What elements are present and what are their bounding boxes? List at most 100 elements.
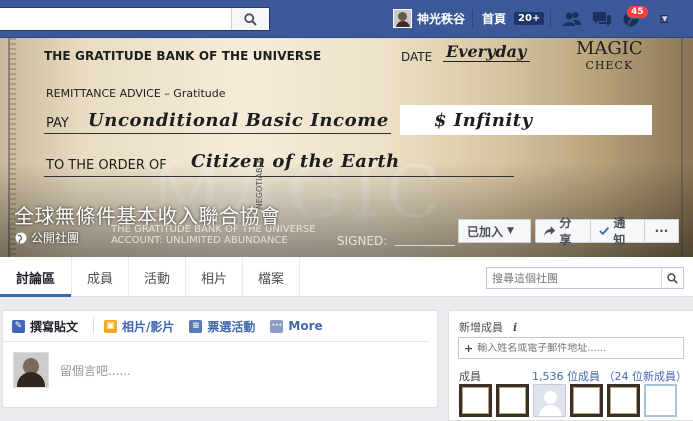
share-label: 分享 [559,216,572,247]
add-member-field: + [458,337,684,359]
composer-placeholder[interactable]: 留個言吧...... [60,362,131,379]
tab-photos[interactable]: 相片 [186,257,243,297]
check-order-label: TO THE ORDER OF [46,158,167,173]
notify-label: 通知 [613,216,626,247]
tab-label: 檔案 [257,271,284,287]
group-tab-nav: 討論區 成員 活動 相片 檔案 [0,257,693,297]
post-composer: ✎ 撰寫貼文 ▣ 相片/影片 ≡ 票選活動 ··· More 留個言吧.....… [2,310,438,408]
tab-label: 相片 [200,271,227,287]
settings-caret-icon: ▾ [662,12,668,25]
search-button[interactable] [231,8,269,30]
add-member-input[interactable] [477,342,683,354]
member-thumbnails [459,384,677,417]
divider [93,318,95,334]
add-members-title: 新增成員 i [459,319,517,335]
messages-icon [593,12,611,27]
friends-icon [563,12,581,26]
more-icon: ··· [654,224,669,238]
check-sign-line [395,245,455,246]
composer-tab-write-post[interactable]: ✎ 撰寫貼文 [12,318,78,335]
cover-actions: 已加入 ▼ 分享 通知 ··· [458,216,679,247]
member-avatar[interactable] [533,384,566,417]
group-search-box [486,267,684,289]
group-name[interactable]: 全球無條件基本收入聯合協會 [14,200,281,229]
plus-icon: + [464,341,474,355]
share-button[interactable]: 分享 [535,216,591,247]
members-summary: 成員 1,536 位成員 （24 位新成員） [459,368,687,384]
user-name: 神光秩谷 [417,12,466,26]
composer-tab-photo-video[interactable]: ▣ 相片/影片 [104,318,174,335]
group-search-button[interactable] [661,268,683,288]
member-avatar[interactable] [607,384,640,417]
more-icon: ··· [270,319,284,333]
member-avatar[interactable] [496,384,529,417]
add-members-label: 新增成員 [459,321,503,334]
profile-link[interactable]: 神光秩谷 [393,9,465,28]
member-avatar[interactable] [570,384,603,417]
group-search-input[interactable] [487,268,661,288]
check-account: ACCOUNT: UNLIMITED ABUNDANCE [111,235,288,246]
check-pay-value: Unconditional Basic Income [88,110,389,131]
friend-requests-button[interactable] [561,9,583,29]
check-brand-line1: MAGIC [576,38,643,59]
globe-icon [15,232,27,243]
members-panel: 新增成員 i + 成員 1,536 位成員 （24 位新成員） [448,310,693,421]
more-options-button[interactable]: ··· [645,219,679,243]
chevron-down-icon: ▼ [507,226,514,236]
check-bank-name: THE GRATITUDE BANK OF THE UNIVERSE [44,49,322,63]
search-icon [244,12,257,26]
home-count-badge: 20+ [514,12,545,25]
member-avatar[interactable] [459,384,492,417]
user-avatar [393,9,412,28]
notifications-toggle-button[interactable]: 通知 [591,216,645,247]
home-link[interactable]: 首頁 20+ [482,10,545,27]
check-order-value: Citizen of the Earth [191,151,400,172]
notifications-count-badge: 45 [626,5,649,19]
tab-files[interactable]: 檔案 [243,257,300,297]
group-privacy: 公開社團 [15,229,79,246]
check-signed-label: SIGNED: [337,234,388,248]
global-search-box[interactable] [0,7,270,31]
tab-events[interactable]: 活動 [129,257,186,297]
members-count-link[interactable]: 1,536 位成員 （24 位新成員） [532,368,687,384]
composer-tab-label: 票選活動 [207,319,256,334]
composer-body[interactable]: 留個言吧...... [3,342,437,398]
messages-button[interactable] [591,9,613,29]
home-label: 首頁 [482,12,507,26]
avatar [13,352,49,388]
check-date-value: Everyday [443,42,531,62]
check-pay-label: PAY [46,116,69,131]
composer-tab-label: 撰寫貼文 [30,319,79,334]
tab-label: 活動 [143,271,170,287]
search-icon [667,272,678,284]
tab-members[interactable]: 成員 [72,257,129,297]
check-date-label: DATE [401,50,433,64]
joined-button[interactable]: 已加入 ▼ [458,219,531,243]
poll-icon: ≡ [189,319,203,333]
joined-label: 已加入 [467,224,504,239]
photo-icon: ▣ [104,319,118,333]
members-label: 成員 [459,370,481,383]
tab-discussion[interactable]: 討論區 [0,257,72,297]
check-brand-line2: CHECK [585,59,634,72]
check-pay-line [44,133,391,134]
check-order-line [44,176,514,177]
check-remittance: REMITTANCE ADVICE – Gratitude [46,87,226,100]
group-privacy-label: 公開社團 [31,231,80,245]
checkmark-icon [599,227,610,236]
composer-tab-poll[interactable]: ≡ 票選活動 [189,318,255,335]
composer-tab-label: 相片/影片 [122,319,175,334]
tab-label: 成員 [86,271,113,287]
check-amount: $ Infinity [434,110,533,131]
member-avatar[interactable] [644,384,677,417]
check-brand: MAGIC CHECK [576,40,643,74]
check-border [681,38,683,257]
tab-label: 討論區 [15,271,55,287]
top-bar: 神光秩谷 首頁 20+ 45 ▾ [0,0,693,38]
share-icon [544,225,556,236]
pencil-icon: ✎ [12,319,25,333]
info-icon[interactable]: i [513,321,517,334]
composer-tab-more[interactable]: ··· More [270,319,323,333]
topbar-divider [550,10,551,28]
group-cover-photo[interactable]: MAGIC THE GRATITUDE BANK OF THE UNIVERSE… [0,38,693,257]
